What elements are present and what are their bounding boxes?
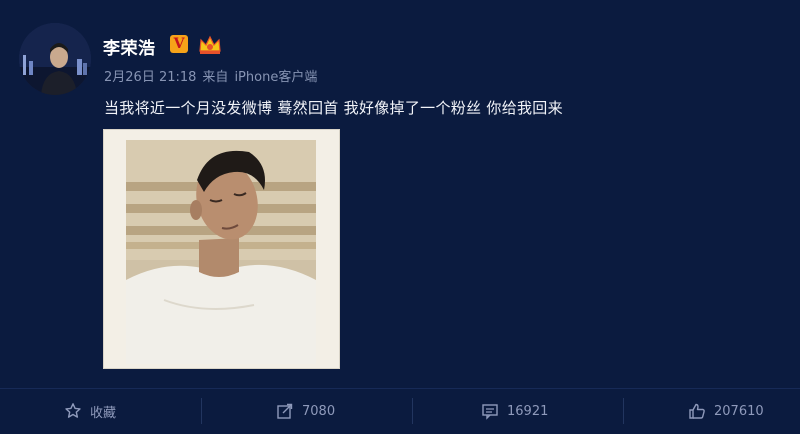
post-time[interactable]: 2月26日 21:18 xyxy=(104,70,196,85)
favorite-button[interactable]: 收藏 xyxy=(64,398,116,424)
favorite-label: 收藏 xyxy=(90,405,117,421)
post-source[interactable]: iPhone客户端 xyxy=(234,70,317,85)
author-name[interactable]: 李荣浩 xyxy=(103,34,156,59)
edit-share-icon xyxy=(277,403,293,419)
post-text: 当我将近一个月没发微博 蓦然回首 我好像掉了一个粉丝 你给我回来 xyxy=(104,99,563,117)
action-bar-divider xyxy=(0,388,800,389)
verified-v-label: V xyxy=(173,36,185,52)
like-count: 207610 xyxy=(714,403,764,419)
author-avatar[interactable] xyxy=(19,23,91,95)
post-image[interactable] xyxy=(104,130,339,368)
avatar-image xyxy=(19,23,91,95)
action-separator xyxy=(623,398,624,424)
weibo-post-card: 李荣浩 V 2月26日 21:18 来自 iPhone客户端 当我将近一个月没发微博… xyxy=(0,0,800,434)
comment-icon xyxy=(482,404,498,420)
action-separator xyxy=(412,398,413,424)
post-meta: 2月26日 21:18 来自 iPhone客户端 xyxy=(104,66,317,85)
star-icon xyxy=(65,403,81,418)
photo-content xyxy=(104,130,339,368)
like-button[interactable]: 207610 xyxy=(688,398,764,424)
action-separator xyxy=(201,398,202,424)
crown-icon[interactable] xyxy=(197,33,223,55)
repost-button[interactable]: 7080 xyxy=(276,398,335,424)
verified-v-icon: V xyxy=(170,35,188,53)
comment-button[interactable]: 16921 xyxy=(481,398,548,424)
repost-count: 7080 xyxy=(302,403,336,419)
thumbs-up-icon xyxy=(689,403,705,419)
post-source-prefix: 来自 xyxy=(202,70,229,85)
comment-count: 16921 xyxy=(507,403,549,419)
